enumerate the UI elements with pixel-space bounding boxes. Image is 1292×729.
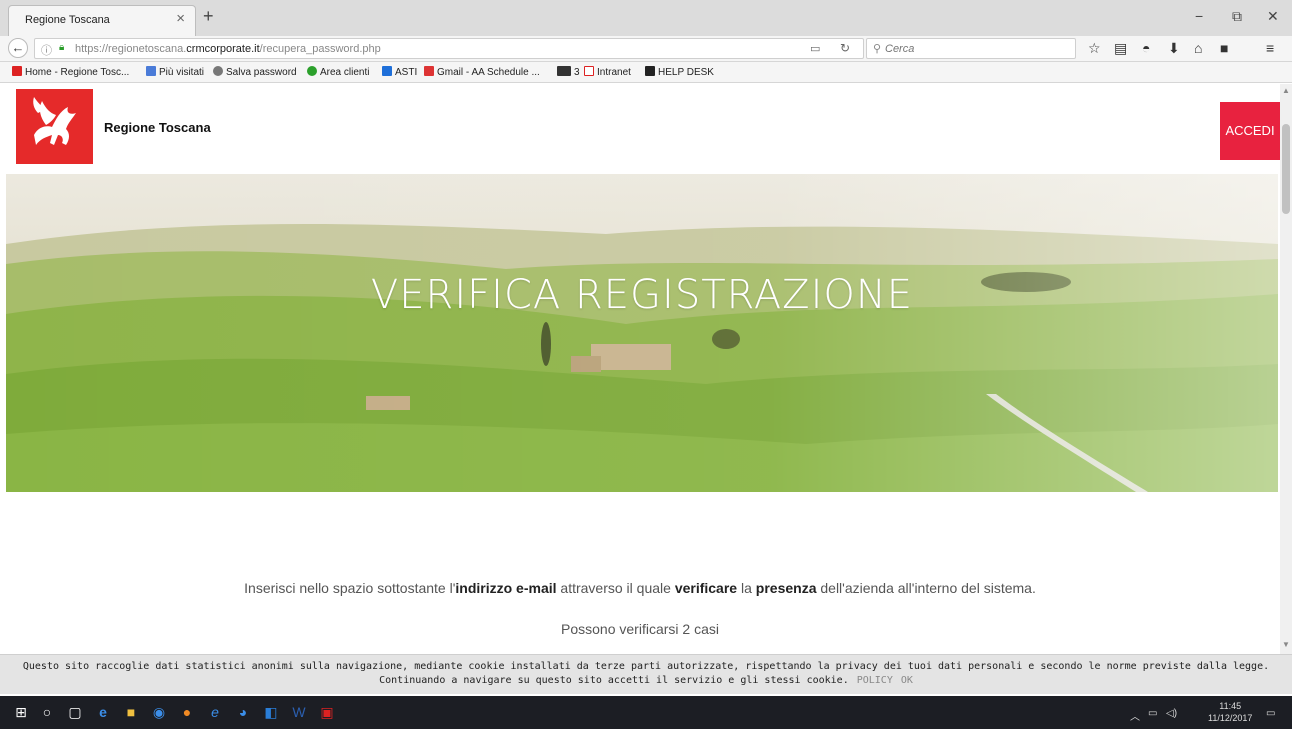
word-icon[interactable]: W (290, 703, 308, 721)
tab-strip: Regione Toscana × + − ⧉ ✕ (0, 0, 1292, 36)
scroll-down-icon[interactable]: ▼ (1282, 640, 1290, 649)
reload-icon[interactable]: ↻ (840, 41, 850, 55)
menu-icon[interactable]: ≡ (1266, 40, 1274, 56)
regione-toscana-logo[interactable] (16, 89, 93, 164)
browser-tab[interactable]: Regione Toscana × (8, 5, 196, 36)
bookmark-item[interactable]: Salva password (213, 66, 297, 78)
close-window-icon[interactable]: ✕ (1267, 8, 1279, 25)
clipboard-icon[interactable]: ▤ (1114, 40, 1127, 57)
pocket-icon[interactable]: ◓ (1142, 40, 1150, 56)
restore-icon[interactable]: ⧉ (1232, 8, 1242, 25)
volume-icon[interactable]: ◁) (1166, 708, 1177, 719)
tab-title: Regione Toscana (25, 14, 110, 26)
address-bar[interactable]: ⓘ 🔒︎ https://regionetoscana.crmcorporate… (34, 38, 864, 59)
download-icon[interactable]: ⬇ (1168, 40, 1180, 57)
bookmarks-bar: Home - Regione Tosc... Più visitati Salv… (0, 62, 1292, 83)
taskbar-clock[interactable]: 11:45 11/12/2017 (1208, 700, 1252, 724)
bookmark-item[interactable]: Intranet (584, 66, 631, 78)
hero-title: VERIFICA REGISTRAZIONE (370, 272, 914, 318)
windows-start-icon[interactable]: ⊞ (12, 703, 30, 721)
star-icon[interactable]: ☆ (1088, 40, 1101, 57)
minimize-icon[interactable]: − (1195, 8, 1203, 24)
acrobat-icon[interactable]: ▣ (318, 703, 336, 721)
edge-icon[interactable]: e (94, 703, 112, 721)
taskbar: ⊞ ○ ▢ e ■ ◉ ● e ◕ ◧ W ▣ ︿ ▭ ◁) 11:45 11/1… (0, 696, 1292, 729)
page-scrollbar[interactable]: ▲ ▼ (1280, 84, 1292, 654)
cases-text: Possono verificarsi 2 casi (561, 621, 719, 637)
network-icon[interactable]: ▭ (1148, 708, 1157, 719)
app-icon[interactable]: ◕ (234, 703, 252, 721)
cookie-policy-link[interactable]: POLICY (857, 675, 893, 686)
cookie-banner: Questo sito raccoglie dati statistici an… (0, 654, 1292, 694)
task-view-icon[interactable]: ▢ (66, 703, 84, 721)
cookie-text-line1: Questo sito raccoglie dati statistici an… (22, 661, 1270, 672)
scrollbar-thumb[interactable] (1282, 124, 1290, 214)
tab-close-icon[interactable]: × (176, 10, 185, 27)
site-brand-name[interactable]: Regione Toscana (104, 120, 211, 135)
intro-text: Inserisci nello spazio sottostante l'ind… (244, 580, 1036, 596)
login-button[interactable]: ACCEDI (1220, 102, 1280, 160)
pdf-icon[interactable]: ■ (1220, 40, 1228, 56)
tray-chevron-icon[interactable]: ︿ (1130, 708, 1140, 723)
hero-landscape-image (6, 174, 1278, 492)
url-text[interactable]: https://regionetoscana.crmcorporate.it/r… (75, 43, 381, 55)
cortana-search-icon[interactable]: ○ (38, 703, 56, 721)
cookie-text-line2: Continuando a navigare su questo sito ac… (379, 675, 913, 686)
info-icon[interactable]: ⓘ (41, 42, 52, 58)
chrome-like-icon[interactable]: ◉ (150, 703, 168, 721)
search-box[interactable]: ⚲ (866, 38, 1076, 59)
bookmark-item[interactable]: Home - Regione Tosc... (12, 66, 129, 78)
file-explorer-icon[interactable]: ■ (122, 703, 140, 721)
search-icon: ⚲ (873, 43, 882, 55)
firefox-icon[interactable]: ● (178, 703, 196, 721)
bookmark-item[interactable]: HELP DESK (645, 66, 714, 78)
internet-explorer-icon[interactable]: e (206, 703, 224, 721)
hero-banner: VERIFICA REGISTRAZIONE (6, 174, 1278, 492)
search-input[interactable] (885, 41, 1065, 56)
bookmark-item[interactable]: Gmail - AA Schedule ... (424, 66, 540, 78)
bookmark-item[interactable]: Area clienti (307, 66, 369, 78)
reader-mode-icon[interactable]: ▭ (810, 42, 820, 55)
bookmark-item[interactable]: Più visitati (146, 66, 204, 78)
bookmark-item[interactable]: 3 (557, 66, 580, 78)
bookmark-item[interactable]: ASTI (382, 66, 417, 78)
scroll-up-icon[interactable]: ▲ (1282, 86, 1290, 95)
lock-icon[interactable]: 🔒︎ (59, 42, 64, 53)
back-arrow-icon[interactable]: ← (8, 38, 28, 58)
new-tab-button[interactable]: + (203, 6, 214, 27)
page-viewport: Regione Toscana ACCEDI VERIFICA REGISTRA… (0, 84, 1280, 654)
pegasus-icon (33, 97, 76, 145)
notifications-icon[interactable]: ▭ (1266, 708, 1275, 719)
remote-desktop-icon[interactable]: ◧ (262, 703, 280, 721)
cookie-ok-button[interactable]: OK (901, 675, 913, 686)
home-icon[interactable]: ⌂ (1194, 40, 1202, 56)
